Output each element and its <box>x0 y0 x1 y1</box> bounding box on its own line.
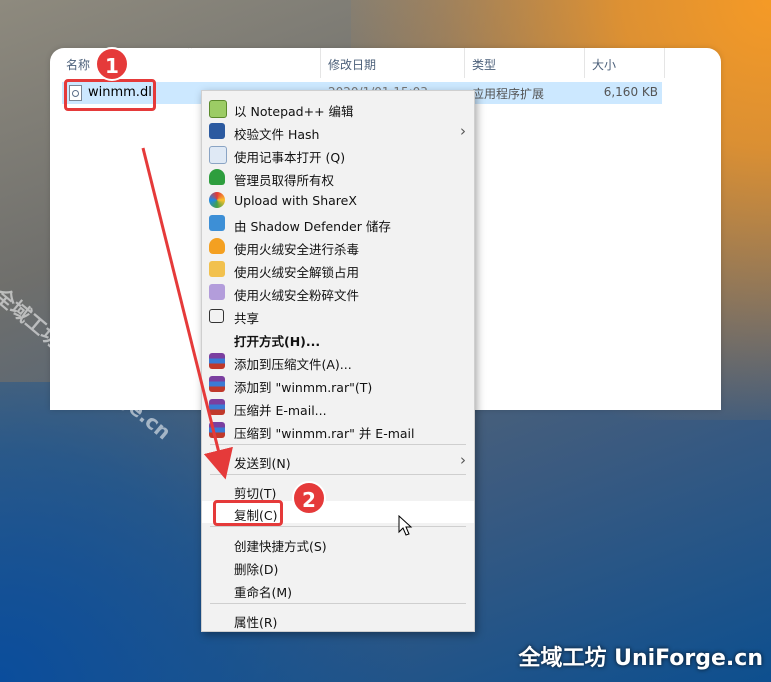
corner-watermark: 全域工坊 UniForge.cn <box>518 646 763 671</box>
instruction-arrow <box>141 147 233 480</box>
mouse-cursor-icon <box>398 515 413 536</box>
